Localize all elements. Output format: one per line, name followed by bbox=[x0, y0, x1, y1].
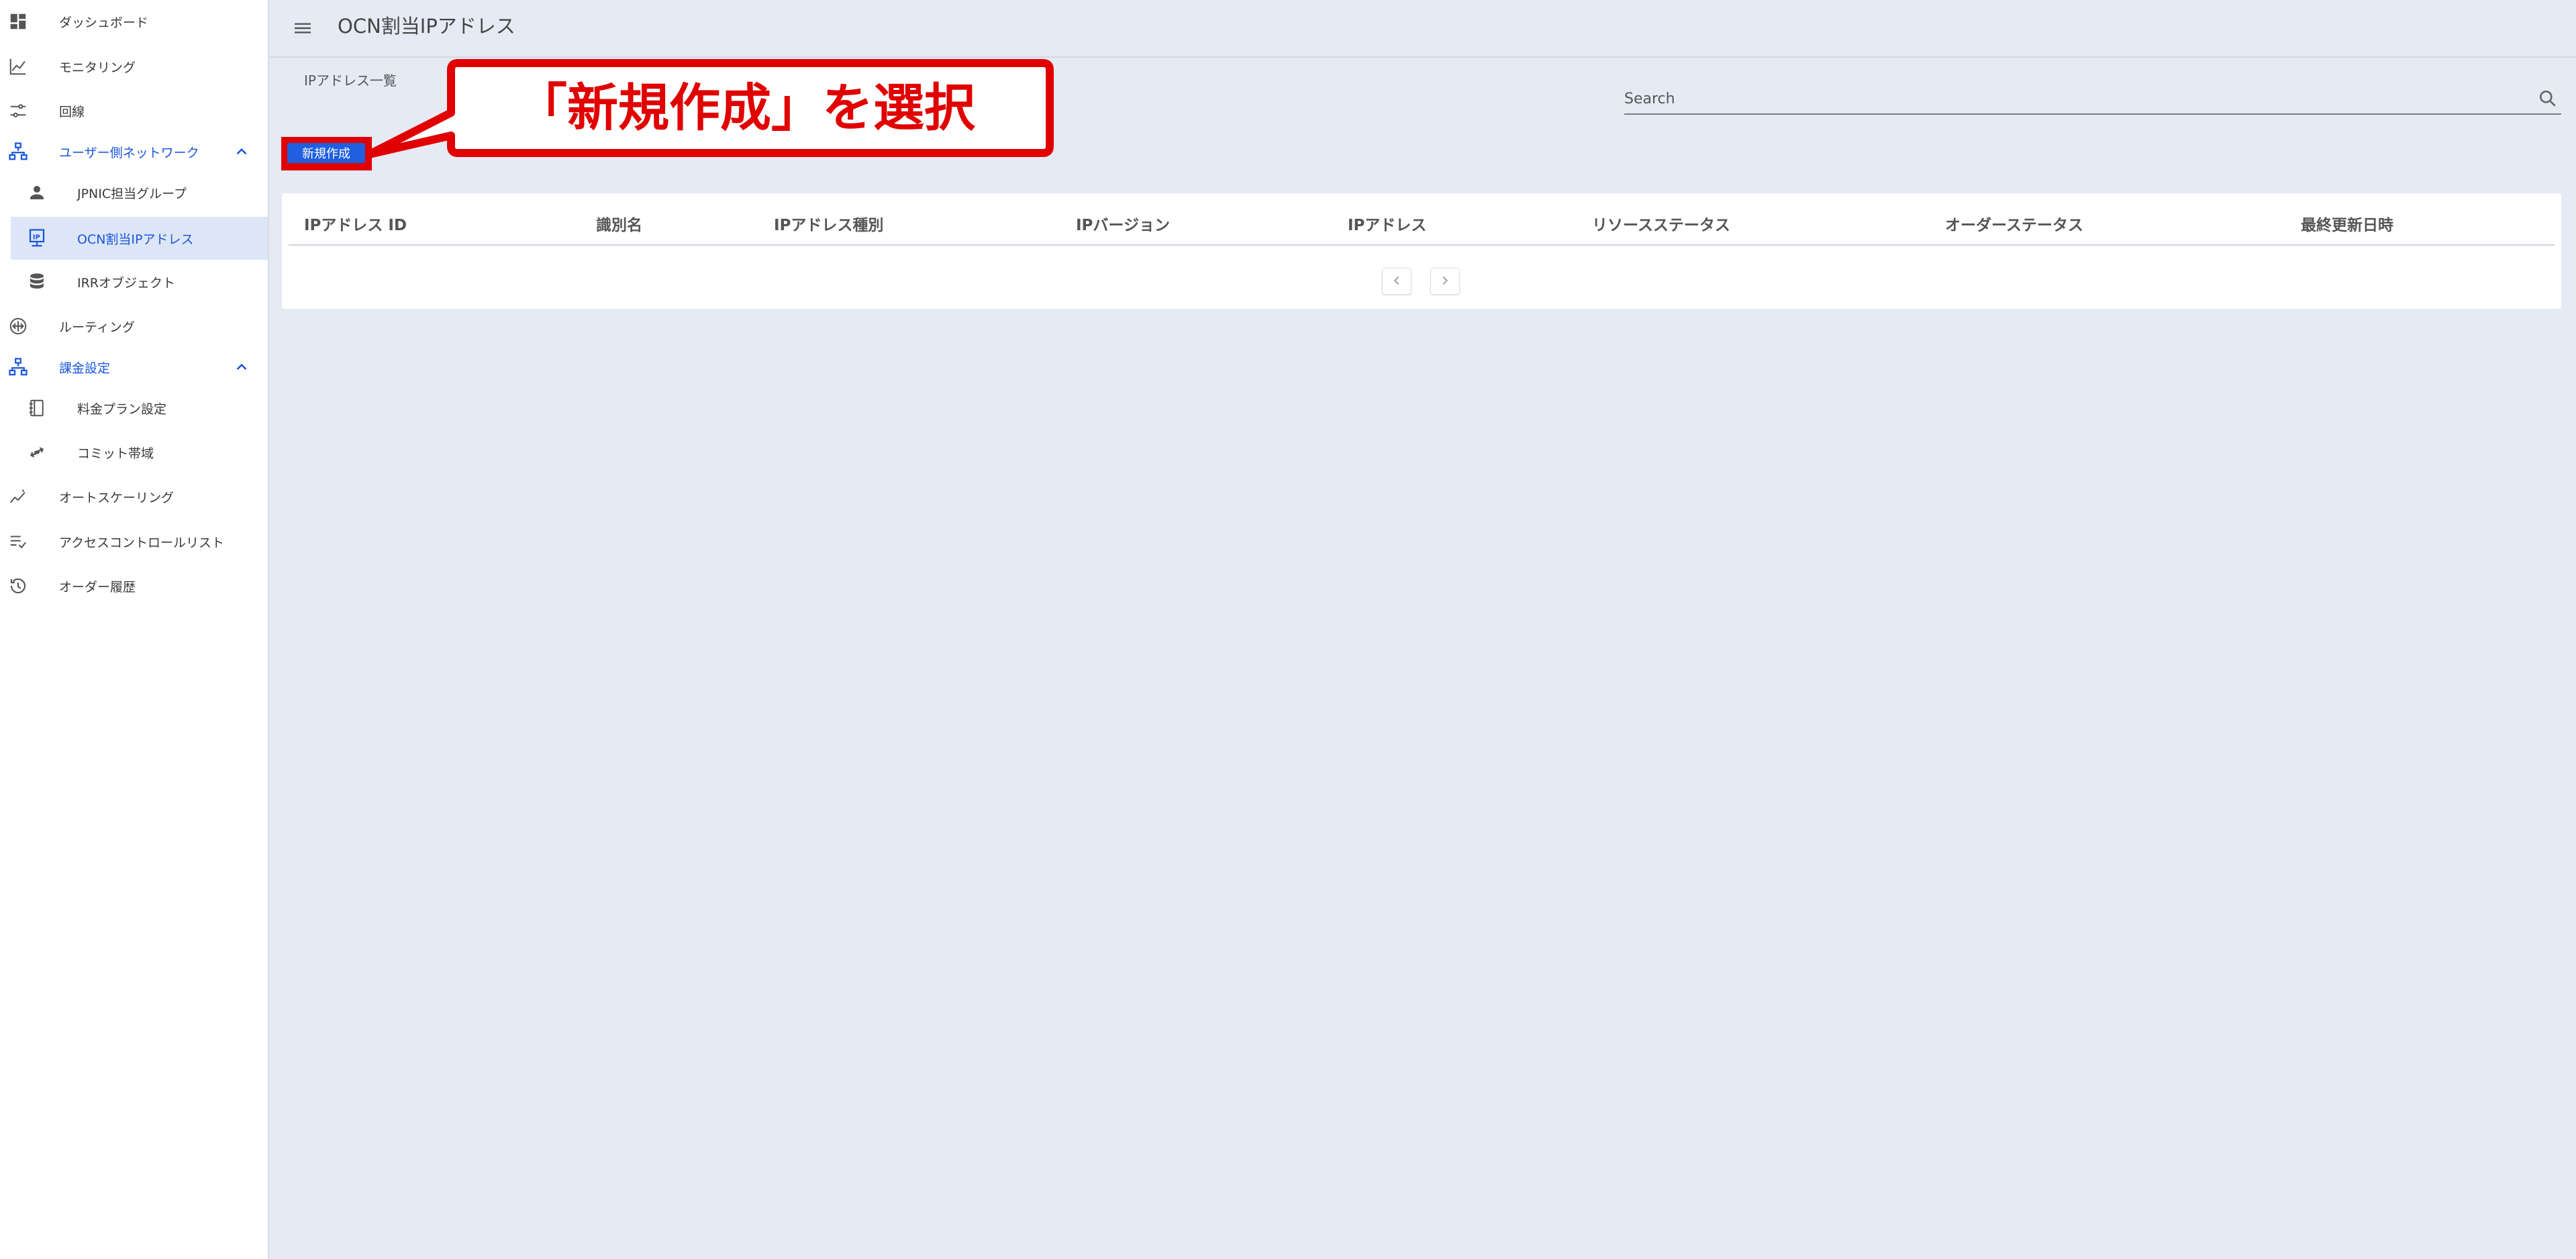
sidebar-item-irr-object[interactable]: IRRオブジェクト bbox=[0, 262, 268, 302]
sidebar-item-order-history[interactable]: オーダー履歴 bbox=[0, 566, 268, 606]
column-header-order-status[interactable]: オーダーステータス bbox=[1945, 212, 2083, 235]
sidebar-item-commit-bandwidth[interactable]: コミット帯域 bbox=[0, 432, 268, 472]
history-icon bbox=[8, 576, 28, 596]
sidebar-item-label: JPNIC担当グループ bbox=[77, 186, 187, 201]
sidebar-item-label: ダッシュボード bbox=[59, 15, 149, 30]
sidebar-item-label: オートスケーリング bbox=[59, 490, 175, 505]
callout-text: 「新規作成」を選択 bbox=[516, 78, 975, 138]
person-icon bbox=[27, 183, 47, 203]
sidebar-item-label: 回線 bbox=[59, 104, 85, 119]
chevron-left-icon bbox=[1389, 273, 1404, 290]
search-input[interactable] bbox=[1624, 87, 2517, 111]
sidebar-item-label: オーダー履歴 bbox=[59, 579, 136, 595]
transfer-icon bbox=[27, 442, 47, 462]
line-chart-icon bbox=[8, 56, 28, 77]
column-header-name[interactable]: 識別名 bbox=[596, 212, 642, 235]
search-box bbox=[1624, 84, 2561, 115]
chevron-right-icon bbox=[1438, 273, 1452, 290]
sidebar-item-user-network[interactable]: ユーザー側ネットワーク bbox=[0, 132, 268, 172]
table-header-row: IPアドレス ID 識別名 IPアドレス種別 IPバージョン IPアドレス リソ… bbox=[289, 203, 2555, 246]
sidebar-item-price-plan[interactable]: 料金プラン設定 bbox=[0, 388, 268, 428]
search-icon[interactable] bbox=[2537, 88, 2559, 109]
sidebar-item-label: ルーティング bbox=[59, 319, 135, 335]
column-header-ip-version[interactable]: IPバージョン bbox=[1076, 212, 1170, 235]
column-header-resource-status[interactable]: リソースステータス bbox=[1592, 212, 1730, 235]
svg-text:IP: IP bbox=[33, 234, 40, 241]
sidebar-item-dashboard[interactable]: ダッシュボード bbox=[0, 1, 268, 42]
chevron-up-icon[interactable] bbox=[233, 143, 250, 160]
new-create-button[interactable]: 新規作成 bbox=[287, 143, 365, 163]
database-icon bbox=[27, 272, 47, 292]
sidebar-item-billing[interactable]: 課金設定 bbox=[0, 347, 268, 387]
app-header: OCN割当IPアドレス bbox=[269, 0, 2576, 58]
sidebar-item-label: ユーザー側ネットワーク bbox=[59, 145, 199, 160]
auto-graph-icon bbox=[8, 487, 28, 507]
notebook-icon bbox=[27, 398, 47, 418]
chevron-up-icon[interactable] bbox=[233, 358, 250, 376]
pagination-prev-button[interactable] bbox=[1382, 268, 1411, 295]
sidebar-item-ocn-ip[interactable]: IP OCN割当IPアドレス bbox=[11, 217, 268, 260]
column-header-ip-type[interactable]: IPアドレス種別 bbox=[774, 212, 883, 235]
column-header-ip-address[interactable]: IPアドレス bbox=[1348, 212, 1426, 235]
sidebar-item-monitoring[interactable]: モニタリング bbox=[0, 46, 268, 87]
pagination-next-button[interactable] bbox=[1430, 268, 1460, 295]
dashboard-icon bbox=[8, 11, 28, 32]
sidebar-item-label: IRRオブジェクト bbox=[77, 275, 176, 291]
network-icon bbox=[8, 142, 28, 162]
sidebar-item-label: OCN割当IPアドレス bbox=[77, 232, 194, 247]
sidebar-item-label: 課金設定 bbox=[59, 360, 111, 376]
sidebar-item-circuit[interactable]: 回線 bbox=[0, 91, 268, 131]
sidebar-item-label: 料金プラン設定 bbox=[77, 401, 167, 417]
playlist-check-icon bbox=[8, 532, 28, 552]
column-header-ip-id[interactable]: IPアドレス ID bbox=[304, 212, 407, 235]
sidebar-item-jpnic-group[interactable]: JPNIC担当グループ bbox=[0, 172, 268, 213]
tune-icon bbox=[8, 101, 28, 121]
hamburger-menu-icon[interactable] bbox=[291, 16, 315, 40]
sidebar-item-routing[interactable]: ルーティング bbox=[0, 306, 268, 346]
sidebar-item-label: モニタリング bbox=[59, 60, 136, 75]
column-header-last-updated[interactable]: 最終更新日時 bbox=[2301, 212, 2393, 235]
routing-icon bbox=[8, 316, 28, 336]
ip-icon: IP bbox=[27, 228, 47, 248]
sidebar-item-acl[interactable]: アクセスコントロールリスト bbox=[0, 521, 268, 562]
sidebar-item-autoscaling[interactable]: オートスケーリング bbox=[0, 476, 268, 517]
ip-address-table: IPアドレス ID 識別名 IPアドレス種別 IPバージョン IPアドレス リソ… bbox=[282, 193, 2561, 309]
network-icon bbox=[8, 357, 28, 377]
sidebar-item-label: アクセスコントロールリスト bbox=[59, 535, 225, 550]
sidebar: ダッシュボード モニタリング 回線 ユーザー側ネットワーク JPNIC担当グルー… bbox=[0, 0, 269, 1259]
page-title: OCN割当IPアドレス bbox=[338, 15, 515, 38]
sidebar-item-label: コミット帯域 bbox=[77, 446, 154, 461]
